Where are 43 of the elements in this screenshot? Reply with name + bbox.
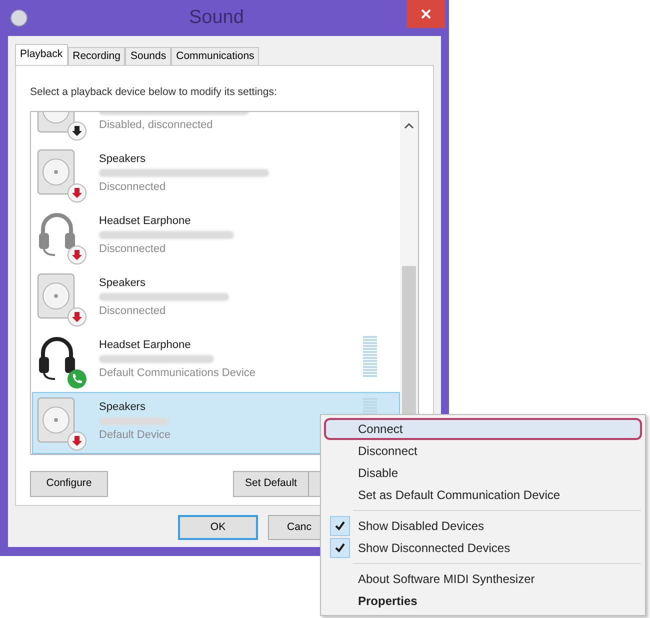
headset-icon xyxy=(37,334,77,381)
speaker-app-icon xyxy=(9,8,29,28)
device-status: Disconnected xyxy=(99,304,167,318)
menu-item[interactable]: Show Disconnected Devices xyxy=(324,537,642,559)
blurred-detail xyxy=(99,416,169,425)
menu-item[interactable]: Set as Default Communication Device xyxy=(324,484,642,506)
tab[interactable]: Communications xyxy=(171,47,260,65)
device-status: Disconnected xyxy=(99,180,167,194)
scroll-up-icon[interactable] xyxy=(404,122,414,130)
close-icon xyxy=(421,9,431,19)
checkmark-icon xyxy=(330,516,350,536)
device-row[interactable]: Headset Earphone Disconnected xyxy=(32,206,400,268)
level-meter-icon xyxy=(363,334,377,379)
device-name: Speakers xyxy=(99,152,146,166)
tab[interactable]: Recording xyxy=(68,47,126,65)
device-status: Disabled, disconnected xyxy=(99,118,214,132)
checkmark-icon xyxy=(330,538,350,558)
menu-item[interactable]: Properties xyxy=(324,590,642,612)
window-title: Sound xyxy=(188,6,245,30)
menu-item[interactable]: Disable xyxy=(324,462,642,484)
speaker-icon xyxy=(37,148,77,195)
headset-icon xyxy=(37,210,77,257)
device-name: Headset Earphone xyxy=(99,338,192,352)
close-button[interactable] xyxy=(407,0,445,28)
device-name: Headset Earphone xyxy=(99,214,192,228)
tab[interactable]: Playback xyxy=(15,44,68,65)
device-row[interactable]: Speakers Disconnected xyxy=(32,268,400,330)
instruction-text: Select a playback device below to modify its settings: xyxy=(30,85,278,100)
device-status: Default Device xyxy=(99,428,171,442)
device-status: Default Communications Device xyxy=(99,366,256,380)
device-status: Disconnected xyxy=(99,242,167,256)
set-default-button[interactable]: Set Default xyxy=(233,470,309,497)
dialog-button[interactable]: OK xyxy=(178,515,258,540)
configure-button[interactable]: Configure xyxy=(30,470,108,497)
device-row[interactable]: Headset Earphone Default Communications Device xyxy=(32,330,400,392)
device-row[interactable]: Speakers Disconnected xyxy=(32,144,400,206)
speaker-icon xyxy=(37,396,77,443)
menu-item[interactable]: About Software MIDI Synthesizer xyxy=(324,568,642,590)
speaker-icon xyxy=(37,272,77,319)
menu-item[interactable]: Connect xyxy=(324,418,642,440)
tab[interactable]: Sounds xyxy=(125,47,172,65)
device-name: Speakers xyxy=(99,400,146,414)
device-name: Speakers xyxy=(99,276,146,290)
